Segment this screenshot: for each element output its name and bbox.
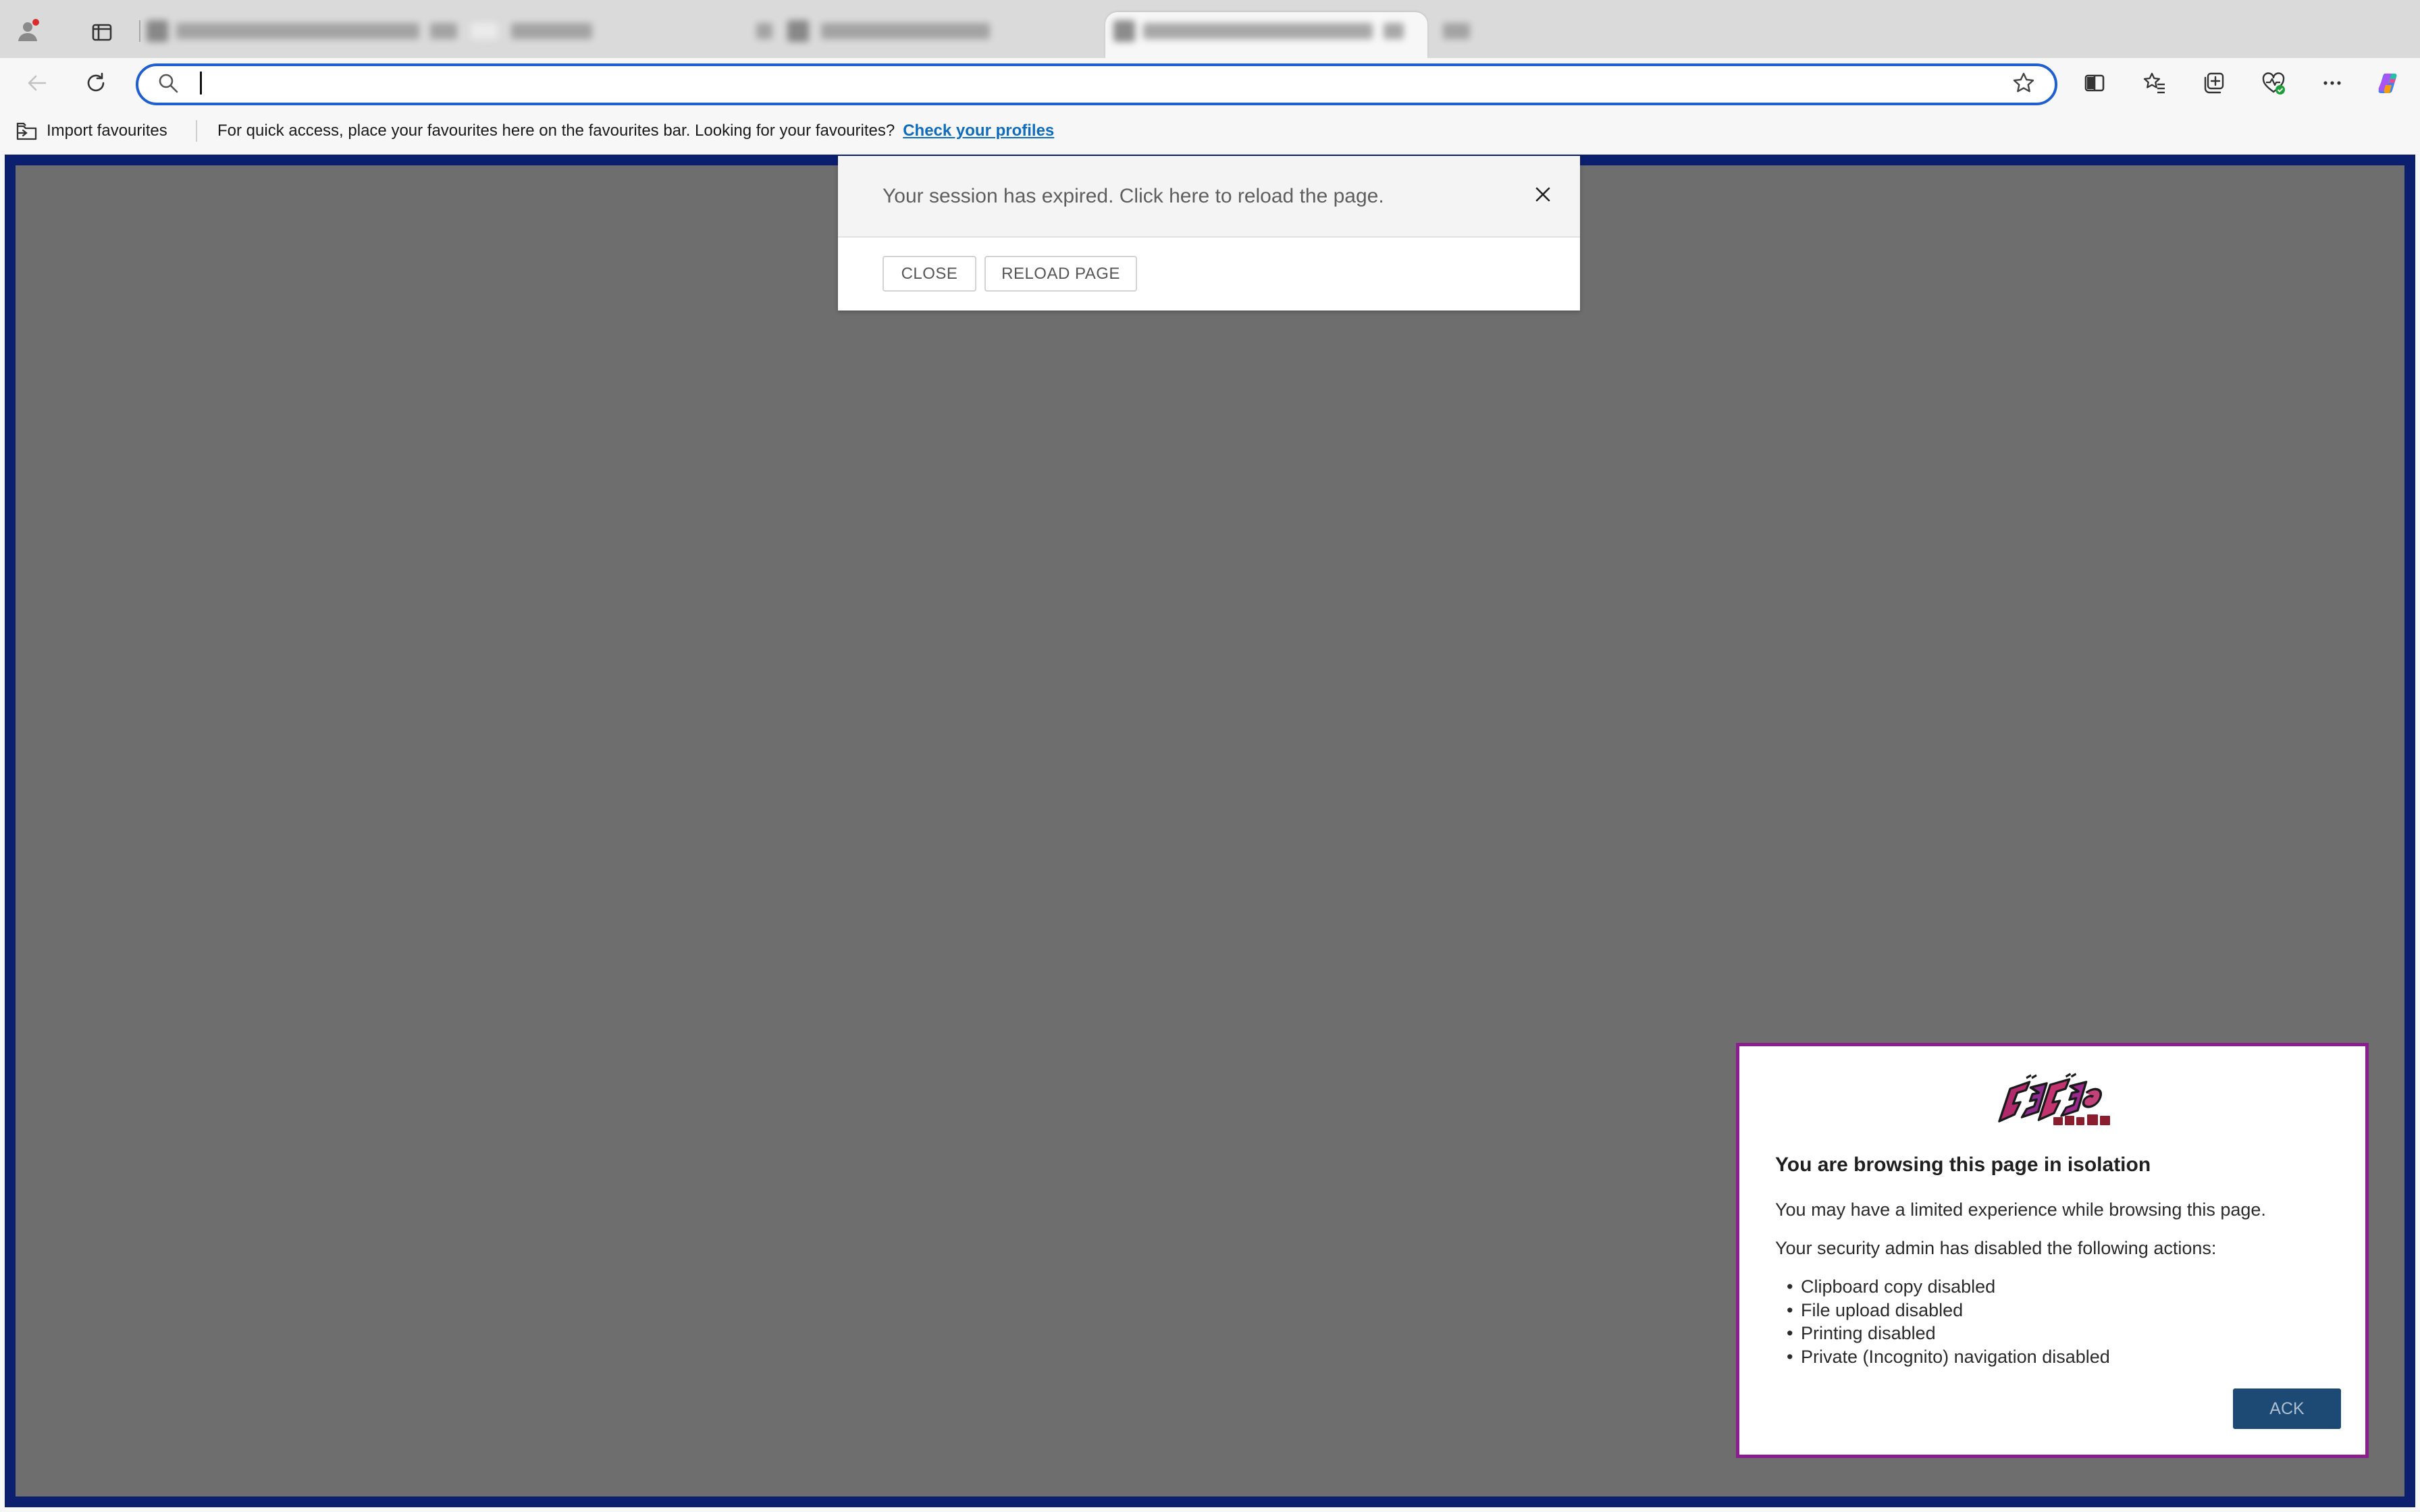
close-icon[interactable] <box>1533 185 1552 204</box>
copilot-icon[interactable] <box>2377 71 2401 95</box>
session-expired-dialog: Your session has expired. Click here to … <box>838 156 1580 310</box>
refresh-icon[interactable] <box>84 71 108 95</box>
tab-active[interactable] <box>1105 12 1427 58</box>
favourites-message-row: For quick access, place your favourites … <box>217 122 1054 140</box>
tab[interactable] <box>147 18 602 45</box>
address-bar[interactable] <box>136 63 2057 105</box>
text-caret <box>200 72 202 94</box>
ack-button[interactable]: ACK <box>2233 1388 2341 1429</box>
restrictions-list: Clipboard copy disabled File upload disa… <box>1787 1275 2110 1368</box>
back-icon[interactable] <box>25 71 49 95</box>
tab-separator <box>139 20 140 42</box>
profile-icon[interactable] <box>16 19 40 43</box>
dialog-header: Your session has expired. Click here to … <box>838 156 1580 238</box>
import-favourites-icon[interactable] <box>15 119 39 144</box>
check-profiles-link[interactable]: Check your profiles <box>903 122 1054 140</box>
isolation-title: You are browsing this page in isolation <box>1775 1154 2151 1176</box>
tab[interactable] <box>1443 18 1474 45</box>
list-item: Clipboard copy disabled <box>1787 1275 2110 1299</box>
tab-actions-icon[interactable] <box>90 20 114 45</box>
close-button[interactable]: CLOSE <box>883 256 976 292</box>
favourites-divider <box>196 120 197 142</box>
more-icon[interactable] <box>2320 71 2344 95</box>
favourites-hint-text: For quick access, place your favourites … <box>217 122 895 140</box>
favorites-icon[interactable] <box>2142 71 2167 95</box>
reload-page-button[interactable]: RELOAD PAGE <box>984 256 1137 292</box>
list-item: Printing disabled <box>1787 1322 2110 1345</box>
star-icon[interactable] <box>2011 71 2036 95</box>
isolation-notice-panel: You are browsing this page in isolation … <box>1736 1043 2369 1458</box>
import-favourites-button[interactable]: Import favourites <box>47 122 167 140</box>
collections-icon[interactable] <box>2201 71 2226 95</box>
browser-essentials-icon[interactable] <box>2261 71 2286 95</box>
restrictions-heading: Your security admin has disabled the fol… <box>1775 1238 2217 1258</box>
search-icon <box>156 71 180 95</box>
jojo-logo <box>1994 1073 2114 1134</box>
list-item: File upload disabled <box>1787 1299 2110 1322</box>
address-input[interactable] <box>201 70 1959 100</box>
tab[interactable] <box>756 18 1003 45</box>
isolation-intro: You may have a limited experience while … <box>1775 1199 2266 1220</box>
split-screen-icon[interactable] <box>2082 71 2107 95</box>
list-item: Private (Incognito) navigation disabled <box>1787 1345 2110 1369</box>
session-expired-message[interactable]: Your session has expired. Click here to … <box>883 184 1384 209</box>
